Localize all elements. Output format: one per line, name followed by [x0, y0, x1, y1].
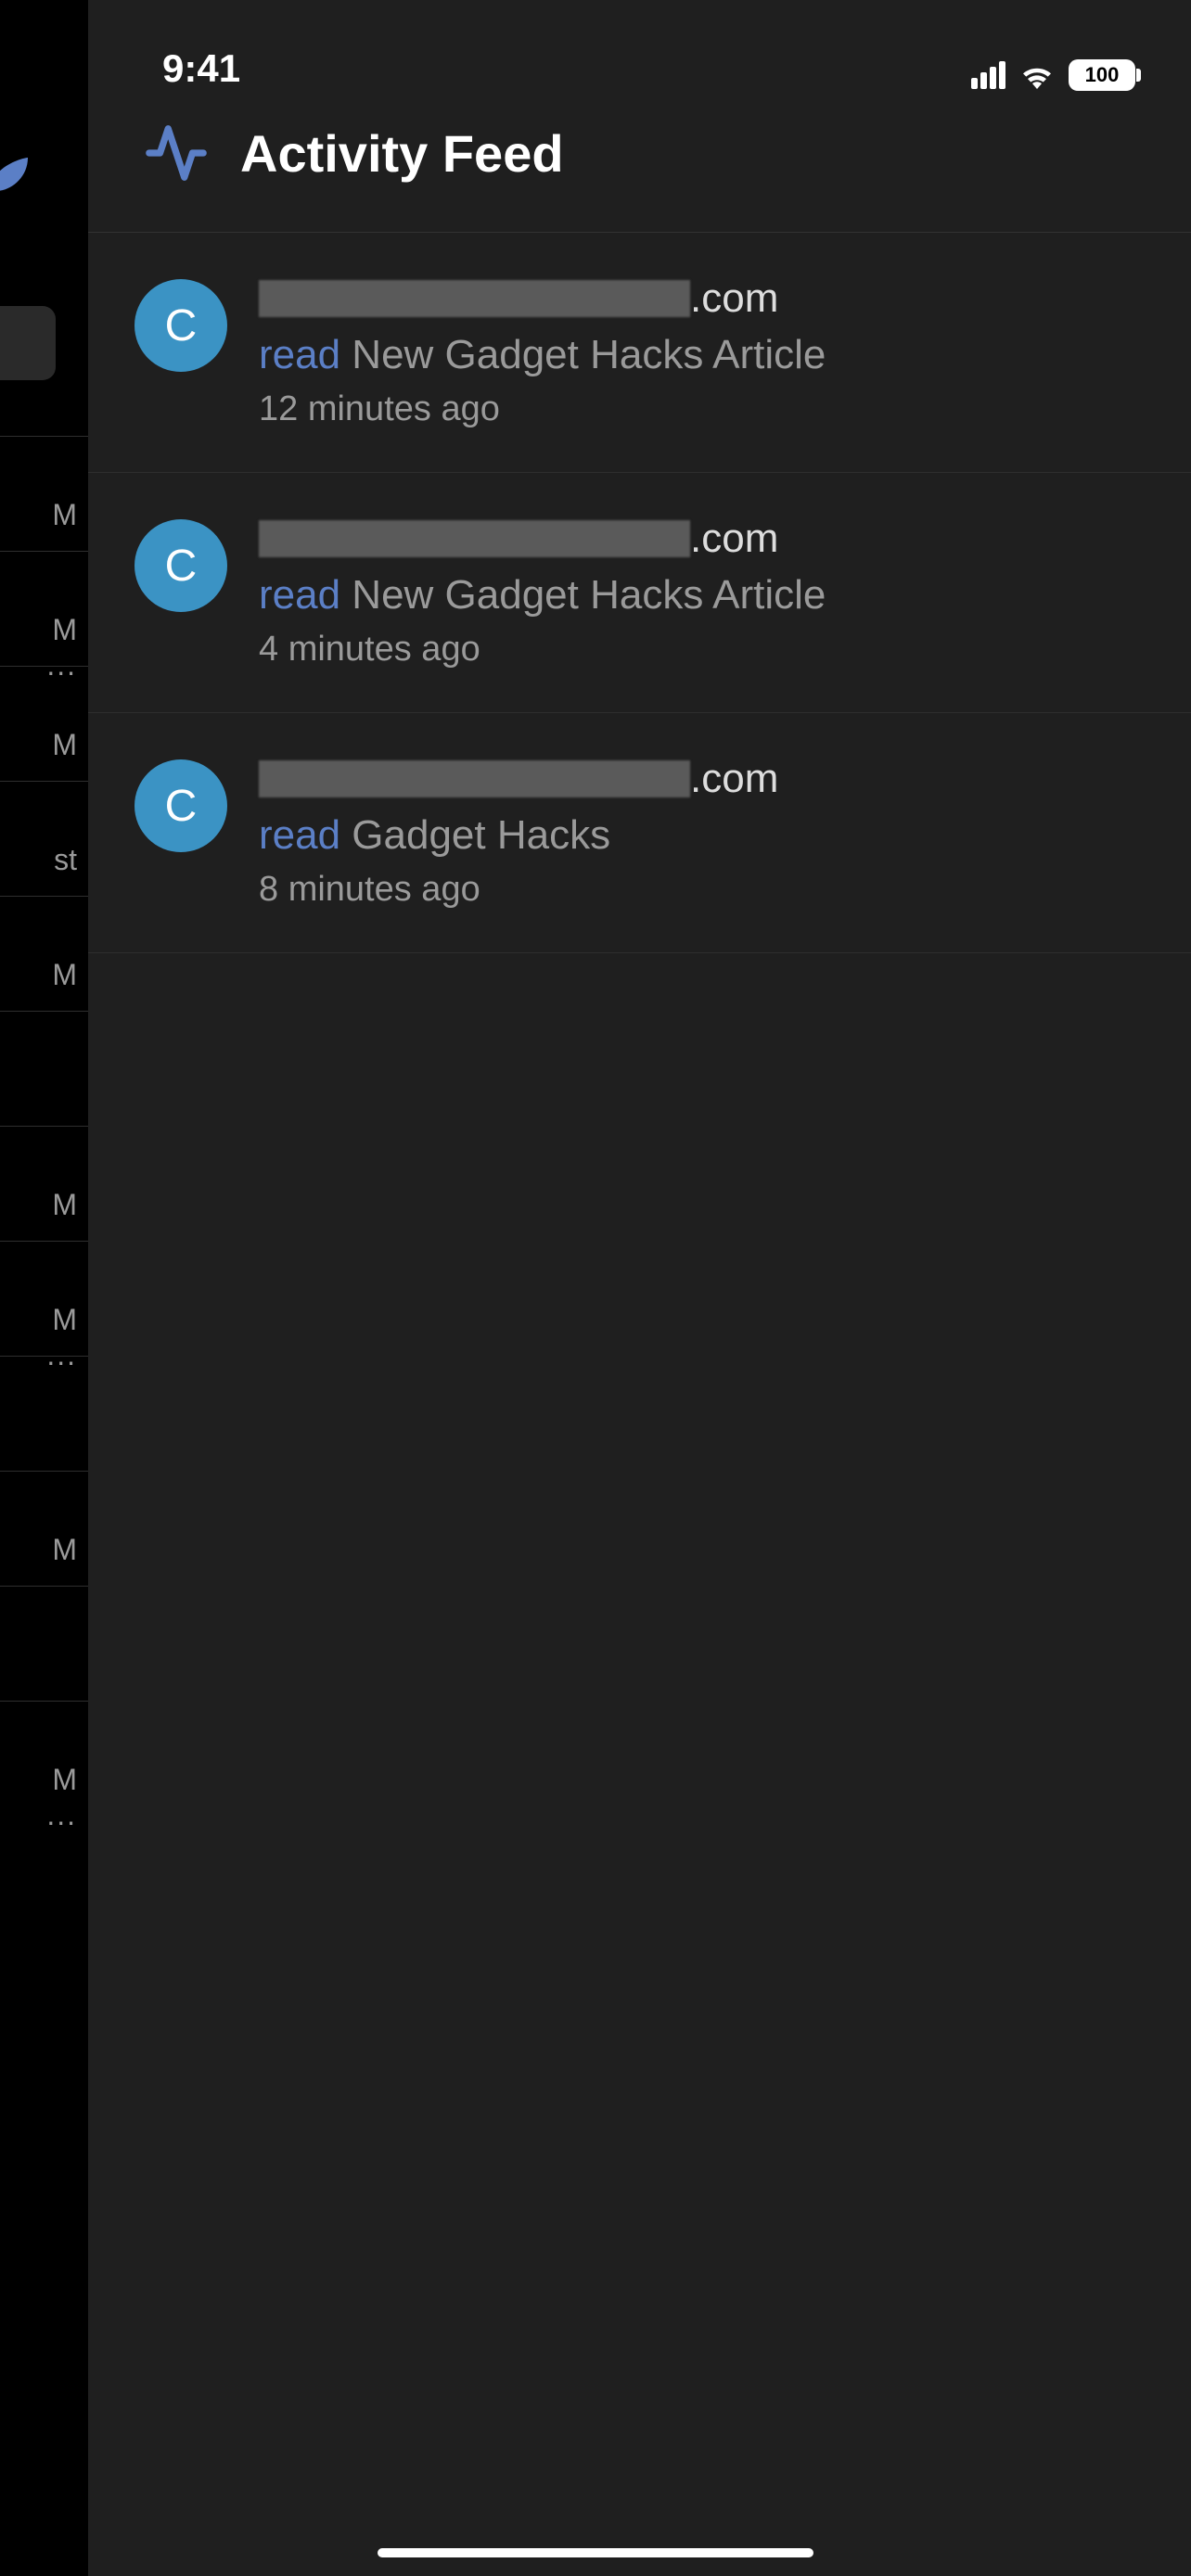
status-right: 100 [971, 59, 1135, 91]
peek-row[interactable] [0, 1011, 88, 1126]
redacted-username [259, 760, 690, 797]
peek-row[interactable]: M [0, 896, 88, 1011]
feed-action-line: read Gadget Hacks [259, 810, 1135, 861]
peek-row[interactable] [0, 1586, 88, 1701]
peek-row[interactable]: st [0, 781, 88, 896]
peek-row-text: M [52, 1303, 77, 1337]
peek-row-text: M [52, 613, 77, 647]
feed-item[interactable]: C .com read Gadget Hacks 8 minutes ago [88, 713, 1191, 953]
main-panel: 9:41 100 Activity Feed C.comread New [88, 0, 1191, 2576]
peek-row-text: M [52, 1188, 77, 1222]
peek-row[interactable]: M [0, 666, 88, 781]
peek-row-text: M [52, 498, 77, 532]
feed-action-line: read New Gadget Hacks Article [259, 329, 1135, 380]
feed-timestamp: 4 minutes ago [259, 630, 1135, 670]
peek-row[interactable]: M... [0, 1701, 88, 1816]
home-indicator[interactable] [378, 2548, 813, 2557]
status-bar: 9:41 100 [88, 0, 1191, 102]
avatar[interactable]: C [134, 759, 227, 852]
page-title: Activity Feed [240, 123, 564, 184]
cellular-icon [971, 61, 1005, 89]
feed-item[interactable]: C .com read New Gadget Hacks Article 4 minu… [88, 473, 1191, 713]
redacted-username [259, 520, 690, 557]
peek-row[interactable]: M [0, 1471, 88, 1586]
peek-panel[interactable]: MM...MstMMM...MM... [0, 0, 88, 2576]
feed-domain-suffix: .com [690, 756, 778, 802]
feed-object[interactable]: New Gadget Hacks Article [352, 572, 826, 618]
feed-user-line: .com [259, 756, 1135, 802]
feed-content: .com read Gadget Hacks 8 minutes ago [259, 756, 1135, 910]
feed-user-line: .com [259, 275, 1135, 322]
feed-verb: read [259, 572, 352, 618]
peek-row[interactable] [0, 1356, 88, 1471]
status-time: 9:41 [162, 46, 240, 91]
feed-timestamp: 8 minutes ago [259, 870, 1135, 910]
feed-domain-suffix: .com [690, 275, 778, 322]
peek-row[interactable]: M... [0, 551, 88, 666]
header: Activity Feed [88, 102, 1191, 233]
battery-level: 100 [1085, 63, 1120, 87]
peek-row[interactable]: M... [0, 1241, 88, 1356]
avatar[interactable]: C [134, 279, 227, 372]
feed-list[interactable]: C .com read New Gadget Hacks Article 12 min… [88, 233, 1191, 2576]
peek-row-text: M [52, 1763, 77, 1797]
peek-rows: MM...MstMMM...MM... [0, 436, 88, 1816]
feed-object[interactable]: Gadget Hacks [352, 812, 610, 858]
feed-verb: read [259, 812, 352, 858]
peek-row-text: st [54, 843, 77, 877]
peek-row[interactable]: M [0, 1126, 88, 1241]
feed-content: .com read New Gadget Hacks Article 4 minut… [259, 516, 1135, 670]
peek-row-text: M [52, 958, 77, 992]
activity-icon [144, 121, 209, 185]
peek-row-dots: ... [46, 1798, 77, 1832]
feed-user-line: .com [259, 516, 1135, 562]
feed-item[interactable]: C .com read New Gadget Hacks Article 12 min… [88, 233, 1191, 473]
peek-row-text: M [52, 1533, 77, 1567]
feed-timestamp: 12 minutes ago [259, 389, 1135, 429]
feed-domain-suffix: .com [690, 516, 778, 562]
feed-content: .com read New Gadget Hacks Article 12 minu… [259, 275, 1135, 429]
peek-row[interactable]: M [0, 436, 88, 551]
avatar[interactable]: C [134, 519, 227, 612]
feed-action-line: read New Gadget Hacks Article [259, 569, 1135, 620]
leaf-icon [0, 148, 37, 204]
feed-object[interactable]: New Gadget Hacks Article [352, 332, 826, 377]
redacted-username [259, 280, 690, 317]
feed-verb: read [259, 332, 352, 377]
peek-row-text: M [52, 728, 77, 762]
battery-icon: 100 [1069, 59, 1135, 91]
peek-tile [0, 306, 56, 380]
wifi-icon [1018, 61, 1056, 89]
